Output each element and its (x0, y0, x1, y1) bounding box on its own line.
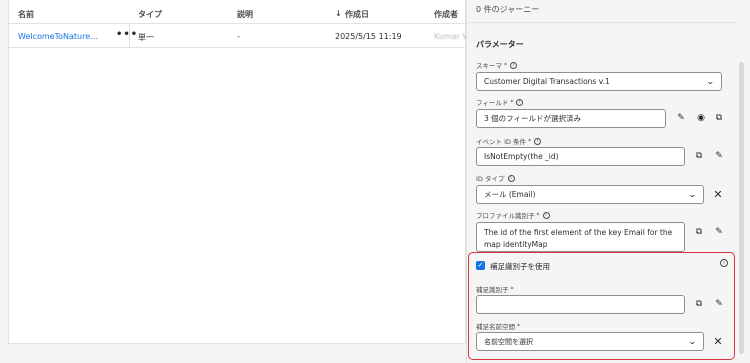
checkbox-checked-icon[interactable]: ✓ (476, 261, 485, 270)
id-type-value: メール (Email) (484, 190, 536, 199)
schema-label: スキーマ * i (476, 60, 517, 70)
copy-icon[interactable]: ⧉ (713, 112, 725, 124)
edit-pencil-icon[interactable]: ✎ (713, 150, 725, 162)
more-actions-icon[interactable]: ••• (116, 29, 138, 40)
id-type-label: ID タイプ i (476, 173, 515, 183)
copy-icon[interactable]: ⧉ (693, 298, 705, 310)
fields-input[interactable]: 3 個のフィールドが選択済み (476, 109, 666, 128)
chevron-down-icon: ⌄ (706, 77, 716, 86)
section-title: パラメーター (476, 40, 524, 49)
panel-divider (467, 22, 737, 23)
journey-count: 0 件のジャーニー (476, 5, 540, 14)
copy-icon[interactable]: ⧉ (693, 150, 705, 162)
copy-icon[interactable]: ⧉ (693, 226, 705, 238)
journey-type: 単一 (138, 33, 154, 42)
column-header-name[interactable]: 名前 (18, 9, 34, 20)
column-header-description[interactable]: 説明 (237, 9, 253, 20)
profile-identifier-input[interactable]: The id of the first element of the key E… (476, 222, 685, 252)
column-header-type[interactable]: タイプ (138, 9, 162, 20)
supplemental-identifier-label: 補足識別子 * (476, 285, 514, 295)
chevron-down-icon: ⌄ (688, 337, 698, 346)
journey-description: - (237, 32, 240, 41)
panel-scrollbar[interactable] (739, 62, 744, 354)
schema-select[interactable]: Customer Digital Transactions v.1 ⌄ (476, 72, 722, 91)
info-icon[interactable]: i (542, 211, 550, 219)
schema-value: Customer Digital Transactions v.1 (484, 77, 610, 86)
info-icon[interactable]: i (507, 174, 515, 182)
journeys-table-pane: 名前 タイプ 説明 ↓ 作成日 作成者 WelcomeToNature_1_..… (0, 0, 470, 363)
journey-creator: Kumar Vi (434, 32, 470, 41)
table-header-row: 名前 タイプ 説明 ↓ 作成日 作成者 (9, 0, 465, 24)
edit-pencil-icon[interactable]: ✎ (675, 112, 687, 124)
supplemental-namespace-label: 補足名前空間 * (476, 322, 520, 332)
info-icon[interactable]: i (516, 98, 524, 106)
event-id-condition-label: イベント ID 条件 * i (476, 136, 542, 146)
info-icon[interactable]: i (534, 137, 542, 145)
id-type-select[interactable]: メール (Email) ⌄ (476, 185, 704, 204)
supplemental-namespace-select[interactable]: 名前空間を選択 ⌄ (476, 332, 704, 351)
info-icon[interactable]: i (720, 259, 728, 267)
supplemental-namespace-value: 名前空間を選択 (484, 337, 533, 346)
journeys-table: 名前 タイプ 説明 ↓ 作成日 作成者 WelcomeToNature_1_..… (8, 0, 470, 344)
eye-icon[interactable]: ◉ (695, 112, 707, 124)
column-header-creator[interactable]: 作成者 (434, 9, 458, 20)
event-id-condition-input[interactable]: IsNotEmpty(the _id) (476, 147, 685, 166)
journey-name-link[interactable]: WelcomeToNature_1_... (18, 32, 100, 41)
use-supplemental-identifier-label[interactable]: 補足識別子を使用 (490, 261, 550, 272)
close-icon[interactable]: ✕ (712, 188, 724, 201)
arrow-down-icon[interactable]: ↓ (335, 9, 342, 18)
edit-pencil-icon[interactable]: ✎ (713, 226, 725, 238)
chevron-down-icon: ⌄ (688, 190, 698, 199)
close-icon[interactable]: ✕ (712, 335, 724, 348)
info-icon[interactable]: i (510, 61, 517, 69)
table-row[interactable]: WelcomeToNature_1_... ••• 単一 - 2025/5/15… (9, 24, 470, 48)
profile-identifier-label: プロファイル識別子 * i (476, 210, 550, 220)
column-header-created[interactable]: 作成日 (345, 9, 369, 20)
journey-created-date: 2025/5/15 11:19 (335, 32, 402, 41)
supplemental-identifier-input[interactable] (476, 295, 685, 314)
parameters-panel: 0 件のジャーニー パラメーター スキーマ * i Customer Digita… (466, 0, 750, 363)
fields-label: フィールド * i (476, 97, 524, 107)
edit-pencil-icon[interactable]: ✎ (713, 298, 725, 310)
